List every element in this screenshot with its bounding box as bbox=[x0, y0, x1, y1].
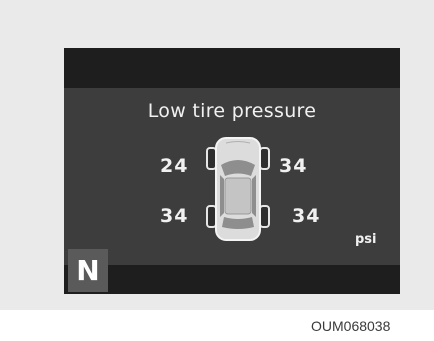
front-right-tire-icon bbox=[259, 147, 270, 170]
rear-right-tire-icon bbox=[259, 205, 270, 228]
front-left-pressure: 24 bbox=[160, 155, 189, 177]
cluster-display: Low tire pressure 24 34 34 34 psi N bbox=[64, 48, 400, 294]
front-left-tire-icon bbox=[206, 147, 217, 170]
figure-panel: Low tire pressure 24 34 34 34 psi N bbox=[0, 0, 434, 310]
rear-left-pressure: 34 bbox=[160, 205, 189, 227]
warning-message: Low tire pressure bbox=[147, 100, 317, 122]
roof bbox=[224, 177, 252, 215]
car-top-view-icon bbox=[206, 137, 270, 241]
gear-indicator: N bbox=[68, 249, 108, 292]
pressure-unit: psi bbox=[355, 232, 377, 247]
front-right-pressure: 34 bbox=[279, 155, 308, 177]
display-top-band bbox=[64, 48, 400, 88]
rear-left-tire-icon bbox=[206, 205, 217, 228]
figure-caption: OUM068038 bbox=[311, 318, 391, 334]
display-bottom-band bbox=[64, 265, 400, 294]
rear-right-pressure: 34 bbox=[292, 205, 321, 227]
